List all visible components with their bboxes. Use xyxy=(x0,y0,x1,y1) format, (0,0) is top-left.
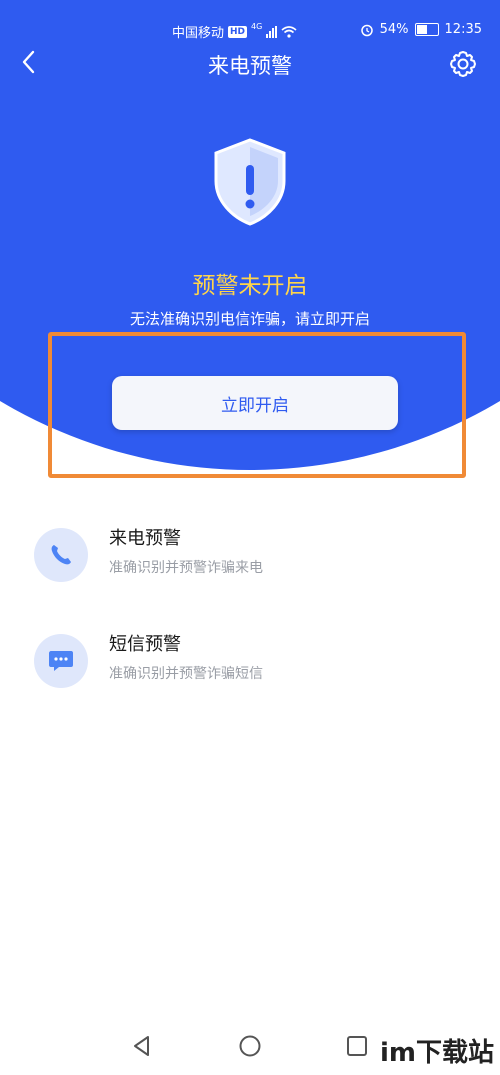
signal-icon xyxy=(266,25,278,38)
message-icon xyxy=(34,634,88,688)
hd-badge: HD xyxy=(228,25,248,38)
feature-name: 来电预警 xyxy=(109,528,181,549)
battery-percent: 54% xyxy=(379,22,409,37)
feature-name: 短信预警 xyxy=(109,634,181,655)
clock: 12:35 xyxy=(444,22,482,37)
feature-description: 准确识别并预警诈骗短信 xyxy=(109,666,263,682)
carrier-name: 中国移动 xyxy=(172,26,225,41)
phone-icon xyxy=(34,528,88,582)
feature-description: 准确识别并预警诈骗来电 xyxy=(109,560,263,576)
gear-icon[interactable] xyxy=(448,49,478,79)
watermark-text: im下载站 xyxy=(379,1038,494,1068)
status-right: 54% 12:35 xyxy=(360,22,482,37)
nav-back-icon[interactable] xyxy=(130,1034,154,1058)
nav-home-icon[interactable] xyxy=(238,1034,262,1058)
status-left: 中国移动 HD 4G xyxy=(172,22,297,41)
feature-sms-warning[interactable]: 短信预警 准确识别并预警诈骗短信 xyxy=(34,628,474,698)
network-type: 4G xyxy=(251,22,263,31)
shield-icon xyxy=(214,138,286,226)
title-bar: 来电预警 xyxy=(0,44,500,88)
warning-status-title: 预警未开启 xyxy=(192,273,308,299)
nav-recent-icon[interactable] xyxy=(346,1035,368,1057)
feature-call-warning[interactable]: 来电预警 准确识别并预警诈骗来电 xyxy=(34,522,474,592)
highlight-annotation-box xyxy=(48,332,466,478)
battery-icon xyxy=(414,23,439,36)
wifi-icon xyxy=(281,26,297,38)
page-title: 来电预警 xyxy=(208,54,292,78)
alarm-icon xyxy=(360,24,373,36)
warning-status-description: 无法准确识别电信诈骗，请立即开启 xyxy=(129,310,370,328)
battery-fill xyxy=(416,25,427,34)
